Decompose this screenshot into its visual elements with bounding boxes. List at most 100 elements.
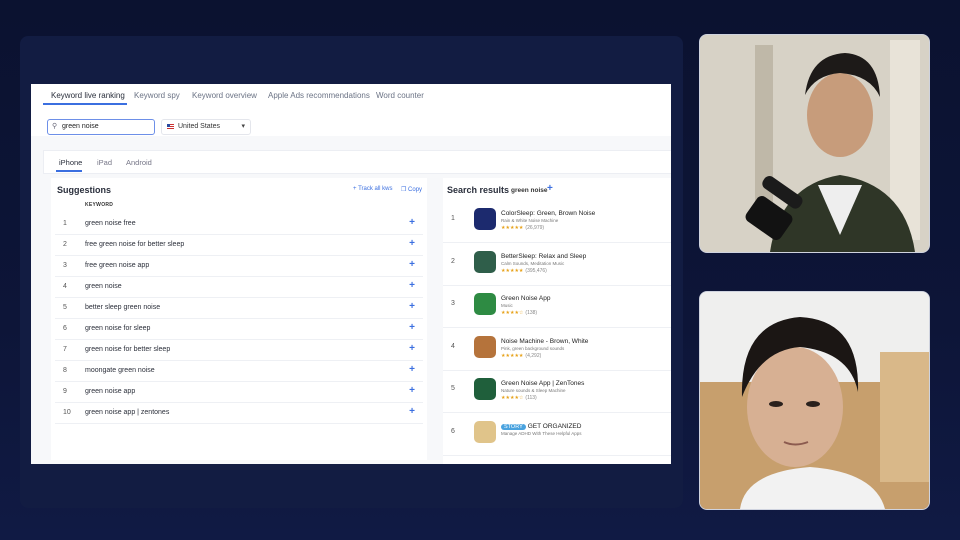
app-result-row[interactable]: 5 Green Noise App | ZenTones Nature sounds… (443, 370, 671, 413)
tab-apple-ads-recommendations[interactable]: Apple Ads recommendations (268, 91, 370, 100)
add-keyword-button[interactable]: + (409, 343, 415, 354)
app-subtitle: Pink, green background sounds (501, 345, 565, 351)
rating-count: (4,292) (525, 352, 542, 359)
keyword-row[interactable]: 7 green noise for better sleep + (55, 340, 423, 361)
participant-video-2 (699, 291, 930, 510)
app-rank: 1 (451, 215, 455, 222)
country-select[interactable]: United States ▾ (161, 119, 251, 135)
active-tab-indicator (43, 103, 127, 105)
app-subtitle: Music (501, 303, 513, 308)
app-result-row[interactable]: 1 ColorSleep: Green, Brown Noise Rain & Wh… (443, 200, 671, 243)
search-bar-row: ⚲ green noise United States ▾ (31, 106, 671, 136)
add-keyword-button[interactable]: + (409, 259, 415, 270)
tab-keyword-live-ranking[interactable]: Keyword live ranking (51, 91, 125, 100)
keyword-rank: 5 (63, 304, 67, 311)
star-rating-icon: ★★★★☆ (501, 395, 524, 401)
app-name-text: ColorSleep: Green, Brown Noise (501, 210, 596, 217)
keyword-rank: 3 (63, 262, 67, 269)
tab-iphone[interactable]: iPhone (59, 158, 82, 167)
keyword-text: green noise (85, 283, 122, 290)
keyword-rank: 6 (63, 325, 67, 332)
app-result-row[interactable]: 3 Green Noise App Music ★★★★☆ (138) (443, 285, 671, 328)
keyword-row[interactable]: 8 moongate green noise + (55, 361, 423, 382)
add-keyword-button[interactable]: + (409, 280, 415, 291)
keyword-text: better sleep green noise (85, 304, 161, 311)
keyword-text: green noise for better sleep (85, 346, 171, 353)
add-keyword-button[interactable]: + (409, 385, 415, 396)
rating-count: (395,476) (525, 267, 547, 274)
copy-button[interactable]: ❐ Copy (401, 186, 422, 193)
keyword-rank: 8 (63, 367, 67, 374)
app-subtitle: Manage ADHD With These Helpful Apps (501, 430, 582, 436)
us-flag-icon (167, 124, 174, 129)
participant-video-1 (699, 34, 930, 253)
chevron-down-icon: ▾ (241, 123, 245, 130)
app-name: ColorSleep: Green, Brown Noise (501, 210, 595, 217)
keyword-row[interactable]: 5 better sleep green noise + (55, 298, 423, 319)
rating-count: (138) (525, 310, 538, 316)
keyword-rank: 9 (63, 388, 67, 395)
star-rating-icon: ★★★★★ (501, 267, 524, 274)
tab-ipad[interactable]: iPad (97, 158, 112, 167)
suggestions-title: Suggestions (57, 185, 112, 195)
app-rank: 3 (451, 300, 455, 307)
add-term-button[interactable]: + (547, 183, 553, 194)
rating-count: (26,979) (525, 225, 545, 231)
app-result-row[interactable]: 6 STORY GET ORGANIZED Manage ADHD With Thes… (443, 413, 671, 456)
add-keyword-button[interactable]: + (409, 406, 415, 417)
app-icon (474, 335, 496, 358)
keyword-rank: 4 (63, 283, 67, 290)
keyword-row[interactable]: 6 green noise for sleep + (55, 319, 423, 340)
app-icon (474, 208, 496, 230)
search-results-term: green noise (511, 187, 548, 194)
app-icon (474, 378, 496, 400)
shared-app-window: Keyword live ranking Keyword spy Keyword… (31, 84, 671, 464)
app-rating: ★★★★☆ (113) (501, 395, 537, 401)
suggestions-panel: Suggestions + Track all kws ❐ Copy KEYWO… (51, 178, 427, 460)
tab-keyword-spy[interactable]: Keyword spy (134, 91, 180, 100)
search-results-title: Search results (447, 185, 510, 195)
keyword-text: moongate green noise (85, 367, 155, 374)
add-keyword-button[interactable]: + (409, 301, 415, 312)
keyword-row[interactable]: 4 green noise + (55, 277, 423, 298)
search-value: green noise (62, 123, 99, 130)
app-name-text: Noise Machine - Brown, White (501, 337, 589, 345)
keyword-row[interactable]: 9 green noise app + (55, 382, 423, 403)
country-label: United States (178, 123, 221, 130)
track-all-button[interactable]: + Track all kws (353, 186, 393, 192)
copy-label: Copy (408, 187, 423, 193)
keyword-row[interactable]: 3 free green noise app + (55, 256, 423, 277)
star-rating-icon: ★★★★★ (501, 352, 524, 359)
add-keyword-button[interactable]: + (409, 322, 415, 333)
add-keyword-button[interactable]: + (409, 364, 415, 375)
participant-2-image (700, 292, 929, 509)
app-icon (474, 293, 496, 315)
keyword-row[interactable]: 2 free green noise for better sleep + (55, 235, 423, 256)
add-keyword-button[interactable]: + (409, 238, 415, 249)
tab-keyword-overview[interactable]: Keyword overview (192, 91, 257, 100)
app-name-text: Green Noise App (501, 295, 551, 302)
app-name: STORY GET ORGANIZED (501, 423, 581, 430)
rating-count: (113) (525, 395, 537, 401)
keyword-row[interactable]: 10 green noise app | zentones + (55, 403, 423, 424)
top-nav: Keyword live ranking Keyword spy Keyword… (31, 84, 671, 107)
app-result-row[interactable]: 4 Noise Machine - Brown, White Pink, green… (443, 328, 671, 371)
keyword-search-input[interactable]: ⚲ green noise (47, 119, 155, 135)
add-keyword-button[interactable]: + (409, 217, 415, 228)
app-subtitle: Rain & White Noise Machine (501, 218, 559, 223)
app-name: Green Noise App (501, 295, 551, 302)
tab-android[interactable]: Android (126, 158, 152, 167)
participant-1-image (700, 35, 929, 252)
app-rank: 4 (451, 342, 455, 350)
keyword-text: free green noise app (85, 262, 150, 269)
app-rank: 6 (451, 427, 455, 435)
app-name-text: BetterSleep: Relax and Sleep (501, 252, 587, 260)
app-name-text: Green Noise App | ZenTones (501, 380, 585, 387)
keyword-row[interactable]: 1 green noise free + (55, 214, 423, 235)
active-device-indicator (56, 170, 82, 172)
tab-word-counter[interactable]: Word counter (376, 91, 424, 100)
keyword-text: free green noise for better sleep (85, 241, 185, 248)
app-result-row[interactable]: 2 BetterSleep: Relax and Sleep Calm Sounds… (443, 243, 671, 286)
app-name: Noise Machine - Brown, White (501, 338, 588, 345)
app-name: Green Noise App | ZenTones (501, 380, 584, 387)
